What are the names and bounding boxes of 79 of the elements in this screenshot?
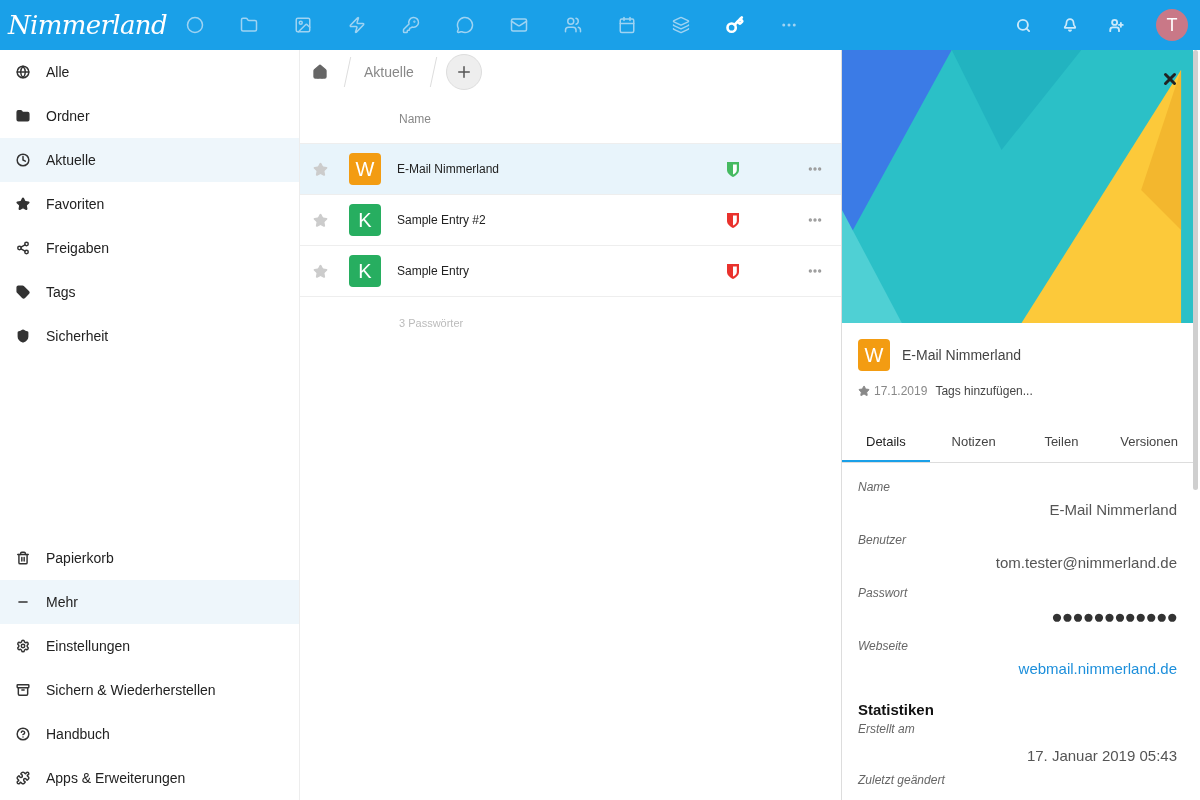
entry-name: E-Mail Nimmerland	[397, 161, 500, 177]
password-row[interactable]: K Sample Entry	[300, 246, 841, 297]
bell-icon[interactable]	[1063, 18, 1077, 32]
sidebar-item[interactable]: Mehr	[0, 580, 299, 624]
tab[interactable]: Notizen	[929, 432, 1018, 462]
tags-field[interactable]: Tags hinzufügen...	[935, 383, 1033, 399]
scrollbar-thumb[interactable]	[1193, 50, 1198, 490]
column-header[interactable]: Name	[399, 110, 431, 127]
field-value: 17. Januar 2019 05:43	[1026, 746, 1177, 766]
tag-icon	[16, 285, 30, 299]
star-icon[interactable]	[313, 263, 328, 279]
field-label: Webseite	[858, 637, 909, 654]
circle-icon[interactable]	[186, 16, 204, 34]
password-row[interactable]: W E-Mail Nimmerland	[300, 144, 841, 195]
password-value[interactable]: ●●●●●●●●●●●●	[1051, 604, 1177, 629]
key-icon[interactable]	[402, 16, 420, 34]
sidebar-item[interactable]: Einstellungen	[0, 624, 299, 668]
field-label: Name	[858, 478, 891, 495]
search-icon[interactable]	[1016, 17, 1031, 33]
folder-icon	[16, 109, 30, 123]
close-icon[interactable]	[1161, 70, 1179, 88]
people-icon[interactable]	[564, 16, 582, 34]
sidebar-item[interactable]: Alle	[0, 50, 299, 94]
star-icon[interactable]	[858, 385, 870, 397]
add-button[interactable]	[445, 54, 482, 90]
entry-name: Sample Entry	[397, 263, 470, 279]
password-row[interactable]: K Sample Entry #2	[300, 195, 841, 246]
sidebar-item[interactable]: Papierkorb	[0, 536, 299, 580]
chat-bubble-icon[interactable]	[456, 16, 474, 34]
letter-avatar: W	[858, 339, 890, 371]
star-icon[interactable]	[313, 212, 328, 228]
field-label: Passwort	[858, 584, 909, 601]
entry-count: 3 Passwörter	[399, 315, 464, 331]
stack-icon[interactable]	[672, 16, 690, 34]
tab[interactable]: Teilen	[1017, 432, 1106, 462]
field-label: Benutzer	[858, 531, 908, 548]
shield-icon	[16, 329, 30, 343]
breadcrumb-item[interactable]: Aktuelle	[364, 62, 414, 82]
sidebar-item[interactable]: Favoriten	[0, 182, 299, 226]
star-icon	[16, 197, 30, 211]
lightning-icon[interactable]	[348, 16, 366, 34]
help-icon	[16, 727, 30, 741]
section-heading: Statistiken	[858, 699, 935, 720]
image-icon[interactable]	[294, 16, 312, 34]
sidebar-item[interactable]: Aktuelle	[0, 138, 299, 182]
letter-avatar: W	[349, 153, 381, 185]
sidebar-item[interactable]: Sichern & Wiederherstellen	[0, 668, 299, 712]
globe-icon	[16, 65, 30, 79]
calendar-icon[interactable]	[618, 16, 636, 34]
sidebar-item[interactable]: Tags	[0, 270, 299, 314]
entry-title: E-Mail Nimmerland	[902, 346, 1022, 365]
folder-icon[interactable]	[240, 16, 258, 34]
archive-icon	[16, 683, 30, 697]
star-icon[interactable]	[313, 161, 328, 177]
entry-date: 17.1.2019	[874, 383, 928, 399]
clock-icon	[16, 153, 30, 167]
key-icon[interactable]	[726, 16, 744, 34]
field-label: Erstellt am	[858, 721, 916, 737]
envelope-icon[interactable]	[510, 16, 528, 34]
website-link[interactable]: webmail.nimmerland.de	[1018, 657, 1177, 680]
sidebar-item[interactable]: Freigaben	[0, 226, 299, 270]
field-label: Zuletzt geändert	[858, 771, 946, 788]
trash-icon	[16, 551, 30, 565]
sidebar-item[interactable]: Ordner	[0, 94, 299, 138]
tab[interactable]: Details	[842, 432, 930, 462]
sidebar-item[interactable]: Handbuch	[0, 712, 299, 756]
share-icon	[16, 241, 30, 255]
field-value: tom.tester@nimmerland.de	[995, 552, 1177, 573]
contacts-icon[interactable]	[1109, 17, 1124, 33]
sidebar-item[interactable]: Sicherheit	[0, 314, 299, 358]
sidebar-item[interactable]: Apps & Erweiterungen	[0, 756, 299, 800]
settings-icon	[16, 639, 30, 653]
field-value: E-Mail Nimmerland	[1049, 499, 1177, 520]
puzzle-icon	[16, 771, 30, 785]
entry-name: Sample Entry #2	[397, 212, 486, 228]
tab[interactable]: Versionen	[1105, 432, 1193, 462]
home-icon[interactable]	[312, 64, 328, 80]
letter-avatar: K	[349, 255, 381, 287]
letter-avatar: K	[349, 204, 381, 236]
